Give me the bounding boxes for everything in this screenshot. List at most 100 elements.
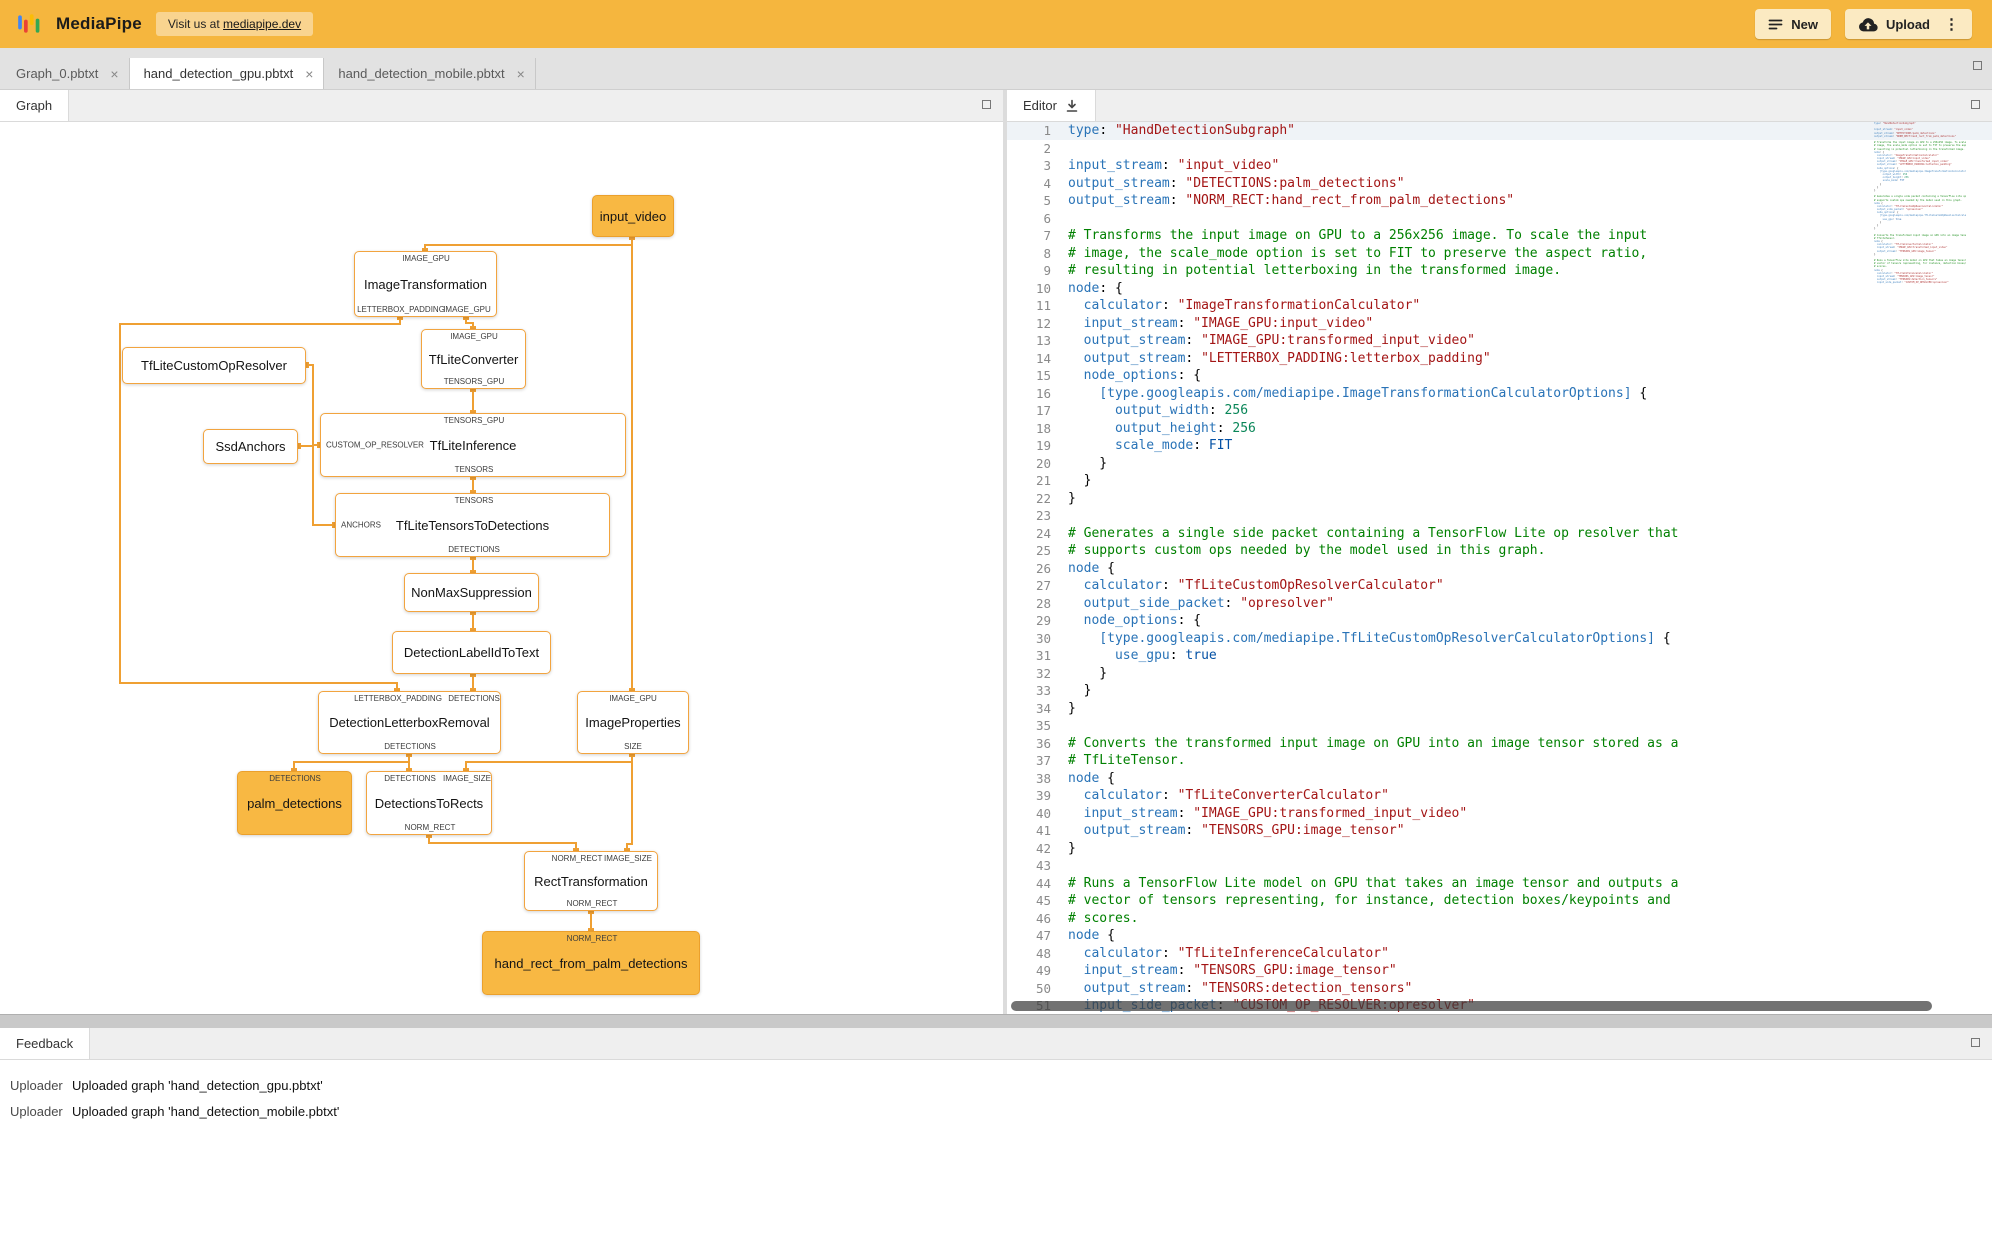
graph-node-TfLiteConverter[interactable]: TfLiteConverter IMAGE_GPU TENSORS_GPU [421, 329, 526, 389]
new-button[interactable]: New [1755, 9, 1831, 39]
close-tab-icon[interactable]: × [517, 66, 525, 82]
document-tab[interactable]: Graph_0.pbtxt × [2, 58, 130, 89]
graph-node-NonMaxSuppression[interactable]: NonMaxSuppression [404, 573, 539, 612]
graph-node-TfLiteInference[interactable]: TfLiteInference TENSORS_GPU CUSTOM_OP_RESO… [320, 413, 626, 477]
graph-node-SsdAnchors[interactable]: SsdAnchors [203, 429, 298, 464]
tab-graph[interactable]: Graph [0, 90, 70, 121]
feedback-entry: Uploader Uploaded graph 'hand_detection_m… [10, 1098, 1992, 1124]
line-number: 24 [1035, 525, 1051, 541]
code-line: 39 calculator: "TfLiteConverterCalculato… [1007, 787, 1992, 805]
minimap[interactable]: type: "HandDetectionSubgraph" input_stre… [1874, 122, 1966, 1014]
line-number: 33 [1035, 683, 1051, 698]
horizontal-splitter[interactable] [0, 1014, 1992, 1028]
line-number: 23 [1035, 508, 1051, 523]
port-label-norm_rect: NORM_RECT [404, 823, 456, 832]
code-text: type: "HandDetectionSubgraph" [1068, 123, 1295, 138]
close-tab-icon[interactable]: × [110, 66, 118, 82]
more-options-icon[interactable]: ⋮ [1944, 15, 1959, 33]
port-label-norm_rect: NORM_RECT [566, 934, 618, 943]
line-number: 41 [1035, 823, 1051, 838]
code-line: 32 } [1007, 665, 1992, 683]
graph-node-label: ImageTransformation [363, 276, 488, 292]
code-line: 44 # Runs a TensorFlow Lite model on GPU … [1007, 875, 1992, 893]
port-label-detections: DETECTIONS [384, 774, 436, 783]
code-text: } [1068, 700, 1076, 716]
graph-node-ImageProperties[interactable]: ImageProperties IMAGE_GPU SIZE [577, 691, 689, 754]
feedback-source: Uploader [10, 1077, 63, 1093]
code-lines: 1 type: "HandDetectionSubgraph" 2 3 input_s… [1007, 122, 1992, 1014]
graph-node-label: TfLiteCustomOpResolver [141, 358, 287, 373]
code-text: output_stream: "TENSORS_GPU:image_tensor… [1083, 823, 1405, 838]
tabstrip-expand-icon[interactable] [1973, 61, 1982, 70]
line-number: 10 [1035, 280, 1051, 296]
tab-feedback[interactable]: Feedback [0, 1028, 91, 1059]
graph-panel: Graph input_video ImageTransformation IMAG… [0, 90, 1003, 1014]
feedback-entry: Uploader Uploaded graph 'hand_detection_g… [10, 1072, 1992, 1098]
edge-ImageProperties-to-RectTransformation [626, 754, 633, 851]
code-line: 1 type: "HandDetectionSubgraph" [1007, 122, 1992, 140]
code-line: 8 # image, the scale_mode option is set t… [1007, 245, 1992, 263]
edge-ImageProperties-to-DetectionsToRects [465, 754, 633, 771]
code-text: calculator: "ImageTransformationCalculat… [1083, 298, 1421, 313]
code-text: output_stream: "NORM_RECT:hand_rect_from… [1068, 193, 1515, 208]
graph-node-ImageTransformation[interactable]: ImageTransformation IMAGE_GPU LETTERBOX_PA… [354, 251, 497, 317]
graph-node-hand_rect_from_palm_detections[interactable]: hand_rect_from_palm_detections NORM_RECT [482, 931, 700, 995]
graph-node-RectTransformation[interactable]: RectTransformation NORM_RECT IMAGE_SIZE NOR… [524, 851, 658, 911]
editor-expand-icon[interactable] [1971, 100, 1980, 109]
graph-node-DetectionLabelIdToText[interactable]: DetectionLabelIdToText [392, 631, 551, 674]
code-text: } [1068, 683, 1092, 698]
line-number: 40 [1035, 805, 1051, 821]
code-text: node { [1068, 770, 1115, 786]
code-line: 50 output_stream: "TENSORS:detection_ten… [1007, 980, 1992, 998]
line-number: 46 [1035, 910, 1051, 926]
graph-node-palm_detections[interactable]: palm_detections DETECTIONS [237, 771, 352, 835]
code-editor[interactable]: 1 type: "HandDetectionSubgraph" 2 3 input_s… [1007, 122, 1992, 1014]
code-line: 5 output_stream: "NORM_RECT:hand_rect_fro… [1007, 192, 1992, 210]
new-button-label: New [1791, 16, 1818, 32]
code-line: 48 calculator: "TfLiteInferenceCalculato… [1007, 945, 1992, 963]
port-label-norm_rect: NORM_RECT [566, 899, 618, 908]
line-number: 37 [1035, 753, 1051, 768]
feedback-message: Uploaded graph 'hand_detection_mobile.pb… [72, 1103, 340, 1119]
main-split: Graph input_video ImageTransformation IMAG… [0, 90, 1992, 1014]
document-tab[interactable]: hand_detection_gpu.pbtxt × [129, 58, 325, 89]
document-tab[interactable]: hand_detection_mobile.pbtxt × [324, 58, 536, 89]
code-text: # vector of tensors representing, for in… [1068, 893, 1671, 908]
port-label-letterbox_padding: LETTERBOX_PADDING [357, 305, 445, 314]
code-text: output_side_packet: "opresolver" [1083, 595, 1335, 611]
code-text: # image, the scale_mode option is set to… [1068, 245, 1648, 261]
graph-node-TfLiteCustomOpResolver[interactable]: TfLiteCustomOpResolver [122, 347, 306, 384]
new-icon [1768, 18, 1783, 31]
port-label-tensors: TENSORS [454, 465, 494, 474]
graph-node-TfLiteTensorsToDetections[interactable]: TfLiteTensorsToDetections TENSORS ANCHORS D… [335, 493, 610, 557]
line-number: 4 [1043, 175, 1051, 191]
download-icon[interactable] [1065, 99, 1079, 113]
line-number: 27 [1035, 578, 1051, 593]
feedback-expand-icon[interactable] [1971, 1038, 1980, 1047]
line-number: 22 [1035, 490, 1051, 506]
mediapipe-dev-link[interactable]: mediapipe.dev [223, 17, 301, 31]
code-text: # resulting in potential letterboxing in… [1068, 263, 1562, 278]
upload-button[interactable]: Upload ⋮ [1844, 9, 1972, 39]
code-text: # supports custom ops needed by the mode… [1068, 543, 1546, 558]
close-tab-icon[interactable]: × [305, 66, 313, 82]
tab-editor[interactable]: Editor [1007, 90, 1096, 121]
graph-node-DetectionsToRects[interactable]: DetectionsToRects DETECTIONS IMAGE_SIZE NOR… [366, 771, 492, 835]
line-number: 21 [1035, 473, 1051, 488]
feedback-log: Uploader Uploaded graph 'hand_detection_g… [0, 1060, 1992, 1124]
graph-node-DetectionLetterboxRemoval[interactable]: DetectionLetterboxRemoval LETTERBOX_PADDI… [318, 691, 501, 754]
horizontal-scrollbar[interactable] [1011, 1001, 1932, 1011]
code-text: node_options: { [1083, 368, 1202, 383]
code-text: [type.googleapis.com/mediapipe.TfLiteCus… [1099, 630, 1671, 646]
line-number: 39 [1035, 788, 1051, 803]
code-text: input_stream: "TENSORS_GPU:image_tensor" [1083, 963, 1397, 978]
code-line: 2 [1007, 140, 1992, 158]
code-line: 4 output_stream: "DETECTIONS:palm_detecti… [1007, 175, 1992, 193]
graph-expand-icon[interactable] [982, 100, 991, 109]
graph-node-input_video[interactable]: input_video [592, 195, 674, 237]
code-text: node_options: { [1083, 613, 1202, 628]
graph-canvas[interactable]: input_video ImageTransformation IMAGE_GPU L… [0, 122, 1003, 1014]
port-label-anchors: ANCHORS [341, 520, 382, 530]
line-number: 47 [1035, 928, 1051, 943]
